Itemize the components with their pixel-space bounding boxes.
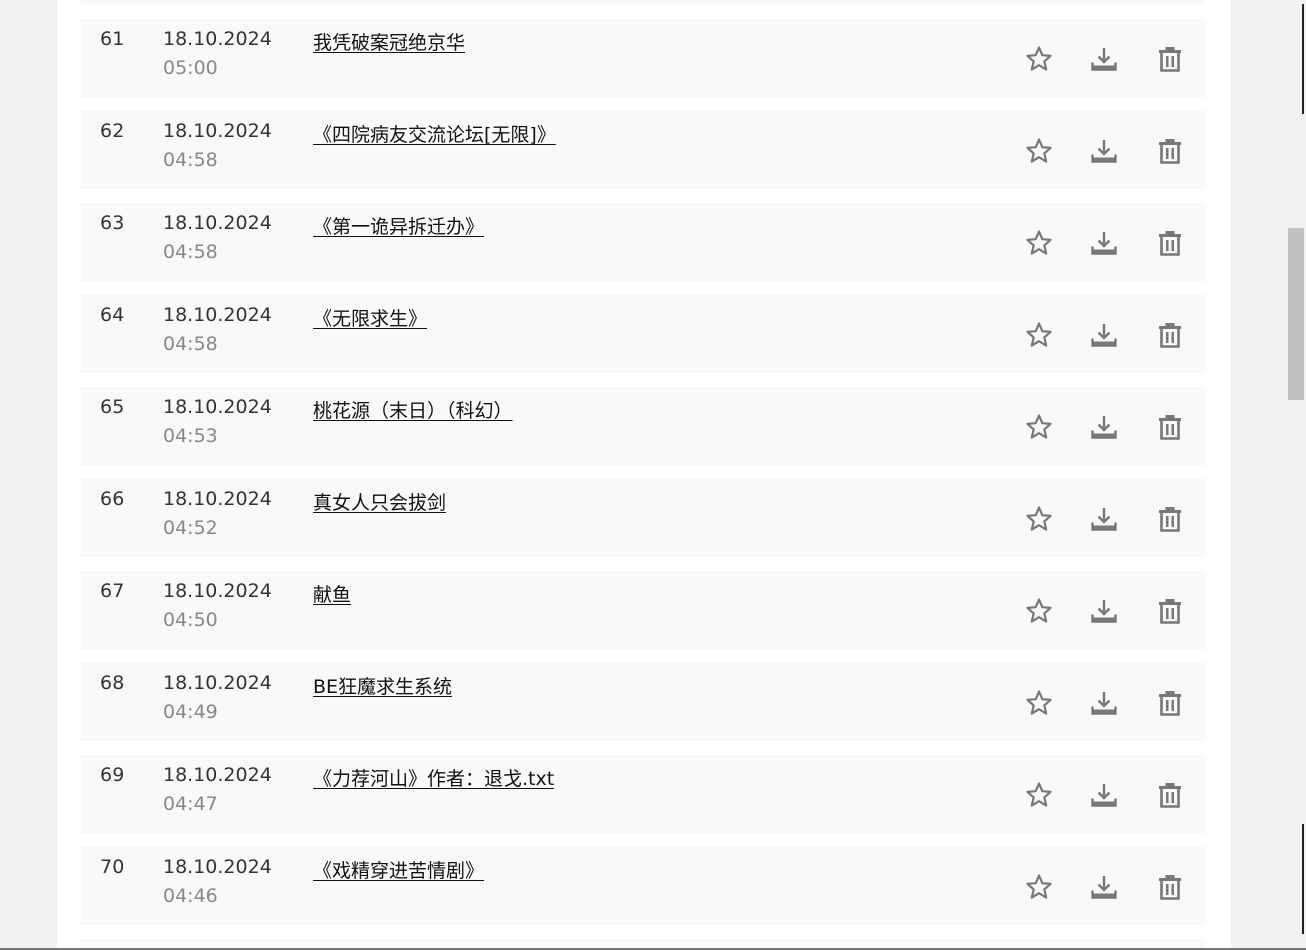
delete-button[interactable]	[1154, 595, 1186, 627]
window-edge	[1302, 4, 1304, 114]
download-button[interactable]	[1088, 135, 1120, 167]
row-actions	[81, 503, 1205, 535]
delete-button[interactable]	[1154, 135, 1186, 167]
history-list-panel: 61 18.10.2024 05:00 我凭破案冠绝京华 62 18.10.20…	[57, 0, 1231, 950]
delete-button[interactable]	[1154, 687, 1186, 719]
history-list: 61 18.10.2024 05:00 我凭破案冠绝京华 62 18.10.20…	[81, 18, 1205, 938]
row-actions	[81, 595, 1205, 627]
trash-icon	[1159, 599, 1181, 624]
download-icon	[1091, 784, 1117, 807]
download-button[interactable]	[1088, 779, 1120, 811]
download-icon	[1091, 324, 1117, 347]
download-icon	[1091, 48, 1117, 71]
star-outline-icon	[1026, 506, 1052, 531]
delete-button[interactable]	[1154, 871, 1186, 903]
favorite-button[interactable]	[1023, 227, 1055, 259]
row-actions	[81, 319, 1205, 351]
row-actions	[81, 135, 1205, 167]
download-icon	[1091, 140, 1117, 163]
delete-button[interactable]	[1154, 227, 1186, 259]
download-button[interactable]	[1088, 319, 1120, 351]
row-actions	[81, 411, 1205, 443]
favorite-button[interactable]	[1023, 687, 1055, 719]
trash-icon	[1159, 415, 1181, 440]
star-outline-icon	[1026, 138, 1052, 163]
window-edge	[1302, 824, 1304, 934]
previous-row-edge	[81, 0, 1205, 4]
star-outline-icon	[1026, 230, 1052, 255]
scrollbar-track[interactable]	[1287, 0, 1306, 950]
delete-button[interactable]	[1154, 503, 1186, 535]
delete-button[interactable]	[1154, 319, 1186, 351]
trash-icon	[1159, 783, 1181, 808]
download-icon	[1091, 876, 1117, 899]
history-row: 63 18.10.2024 04:58 《第一诡异拆迁办》	[81, 202, 1205, 282]
history-row: 67 18.10.2024 04:50 献鱼	[81, 570, 1205, 650]
download-button[interactable]	[1088, 43, 1120, 75]
download-icon	[1091, 508, 1117, 531]
page: 61 18.10.2024 05:00 我凭破案冠绝京华 62 18.10.20…	[0, 0, 1306, 950]
download-button[interactable]	[1088, 595, 1120, 627]
star-outline-icon	[1026, 322, 1052, 347]
download-icon	[1091, 232, 1117, 255]
scrollbar-thumb[interactable]	[1288, 228, 1304, 400]
row-actions	[81, 687, 1205, 719]
history-row: 61 18.10.2024 05:00 我凭破案冠绝京华	[81, 18, 1205, 98]
delete-button[interactable]	[1154, 43, 1186, 75]
trash-icon	[1159, 507, 1181, 532]
row-actions	[81, 43, 1205, 75]
history-row: 70 18.10.2024 04:46 《戏精穿进苦情剧》	[81, 846, 1205, 926]
download-button[interactable]	[1088, 871, 1120, 903]
history-row: 68 18.10.2024 04:49 BE狂魔求生系统	[81, 662, 1205, 742]
favorite-button[interactable]	[1023, 871, 1055, 903]
history-row: 69 18.10.2024 04:47 《力荐河山》作者：退戈.txt	[81, 754, 1205, 834]
trash-icon	[1159, 139, 1181, 164]
star-outline-icon	[1026, 782, 1052, 807]
delete-button[interactable]	[1154, 779, 1186, 811]
favorite-button[interactable]	[1023, 135, 1055, 167]
trash-icon	[1159, 691, 1181, 716]
trash-icon	[1159, 47, 1181, 72]
favorite-button[interactable]	[1023, 319, 1055, 351]
trash-icon	[1159, 323, 1181, 348]
favorite-button[interactable]	[1023, 595, 1055, 627]
star-outline-icon	[1026, 598, 1052, 623]
favorite-button[interactable]	[1023, 43, 1055, 75]
row-actions	[81, 871, 1205, 903]
star-outline-icon	[1026, 414, 1052, 439]
download-icon	[1091, 692, 1117, 715]
favorite-button[interactable]	[1023, 779, 1055, 811]
download-button[interactable]	[1088, 687, 1120, 719]
download-icon	[1091, 600, 1117, 623]
download-icon	[1091, 416, 1117, 439]
download-button[interactable]	[1088, 411, 1120, 443]
star-outline-icon	[1026, 690, 1052, 715]
history-row: 65 18.10.2024 04:53 桃花源（末日）（科幻）	[81, 386, 1205, 466]
delete-button[interactable]	[1154, 411, 1186, 443]
row-actions	[81, 227, 1205, 259]
favorite-button[interactable]	[1023, 411, 1055, 443]
download-button[interactable]	[1088, 227, 1120, 259]
download-button[interactable]	[1088, 503, 1120, 535]
history-row: 62 18.10.2024 04:58 《四院病友交流论坛[无限]》	[81, 110, 1205, 190]
star-outline-icon	[1026, 874, 1052, 899]
star-outline-icon	[1026, 46, 1052, 71]
favorite-button[interactable]	[1023, 503, 1055, 535]
history-row: 64 18.10.2024 04:58 《无限求生》	[81, 294, 1205, 374]
trash-icon	[1159, 875, 1181, 900]
trash-icon	[1159, 231, 1181, 256]
row-actions	[81, 779, 1205, 811]
history-row: 66 18.10.2024 04:52 真女人只会拔剑	[81, 478, 1205, 558]
